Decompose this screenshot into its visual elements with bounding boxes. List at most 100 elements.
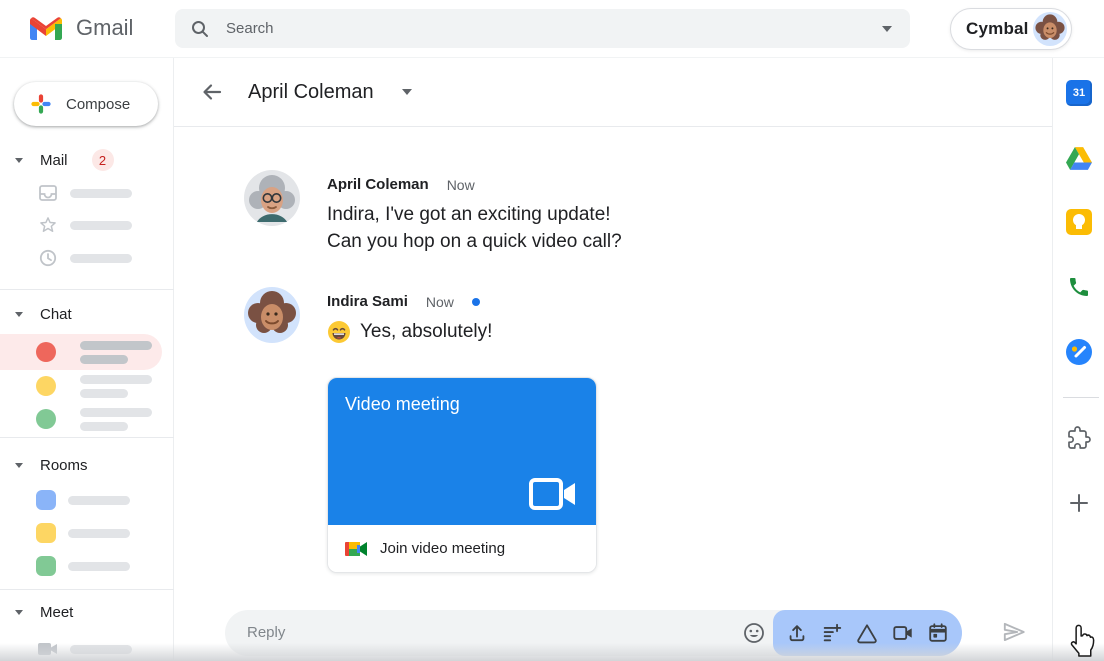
emoji-button[interactable] [742, 621, 766, 645]
sidebar-divider [0, 289, 174, 290]
search-placeholder: Search [226, 20, 274, 37]
voice-app-button[interactable] [1066, 274, 1092, 300]
account-avatar[interactable] [1033, 12, 1067, 46]
sidebar-section-rooms[interactable]: Rooms [0, 454, 174, 476]
mail-label: Mail [40, 152, 68, 169]
placeholder-bar [80, 355, 128, 364]
chat-avatar-red [36, 342, 56, 362]
avatar-april[interactable] [244, 170, 300, 226]
compose-label: Compose [66, 96, 130, 113]
placeholder-bar [68, 529, 130, 538]
join-video-meeting-button[interactable]: Join video meeting [328, 525, 596, 572]
compose-button[interactable]: Compose [14, 82, 158, 126]
drive-icon [1066, 147, 1092, 170]
reply-placeholder: Reply [247, 624, 285, 641]
sidebar-section-mail[interactable]: Mail 2 [0, 149, 174, 171]
hand-cursor [1067, 623, 1097, 659]
sidebar-section-meet[interactable]: Meet [0, 601, 174, 623]
calendar-app-button[interactable]: 31 [1066, 80, 1092, 106]
phone-icon [1067, 275, 1091, 299]
sidebar-item-snoozed[interactable] [0, 247, 174, 269]
chevron-down-icon[interactable] [15, 610, 23, 615]
tasks-icon [1066, 339, 1092, 365]
gmail-brand: Gmail [30, 15, 133, 41]
keep-app-button[interactable] [1066, 209, 1092, 235]
sender-name: April Coleman [327, 176, 429, 193]
placeholder-bar [70, 221, 132, 230]
search-icon [190, 19, 210, 39]
placeholder-bar [80, 408, 152, 417]
placeholder-bar [68, 562, 130, 571]
meet-label: Meet [40, 604, 73, 621]
placeholder-bar [70, 254, 132, 263]
account-chip[interactable]: Cymbal [950, 8, 1072, 50]
chat-item-selected[interactable] [0, 341, 174, 363]
calendar-day: 31 [1073, 87, 1085, 99]
chat-item[interactable] [0, 408, 174, 430]
app-title: Gmail [76, 15, 133, 41]
placeholder-bar [80, 375, 152, 384]
bottom-gradient [0, 643, 1104, 661]
chat-avatar-green [36, 409, 56, 429]
sidebar-divider [0, 437, 174, 438]
create-note-button[interactable] [821, 622, 843, 644]
message-text: Yes, absolutely! [360, 318, 492, 345]
sidebar-section-chat[interactable]: Chat [0, 303, 174, 325]
chat-item[interactable] [0, 375, 174, 397]
chat-avatar-yellow [36, 376, 56, 396]
gmail-logo-icon [30, 16, 62, 40]
sidebar-item-inbox[interactable] [0, 182, 174, 204]
chevron-down-icon[interactable] [15, 312, 23, 317]
grinning-face-emoji [327, 320, 351, 344]
drive-app-button[interactable] [1066, 145, 1092, 171]
puzzle-piece-icon [1067, 426, 1091, 450]
video-camera-icon [528, 476, 578, 512]
search-options-caret-icon[interactable] [882, 26, 892, 32]
presence-dot [472, 298, 480, 306]
room-item[interactable] [0, 522, 174, 544]
addons-button[interactable] [1066, 425, 1092, 451]
chevron-down-icon[interactable] [15, 463, 23, 468]
room-item[interactable] [0, 555, 174, 577]
placeholder-bar [80, 341, 152, 350]
join-video-meeting-label: Join video meeting [380, 540, 505, 557]
message-april: April Coleman Now Indira, I've got an ex… [244, 170, 622, 255]
drive-attach-button[interactable] [856, 622, 878, 644]
room-item[interactable] [0, 489, 174, 511]
video-call-button[interactable] [892, 622, 914, 644]
chat-label: Chat [40, 306, 72, 323]
get-addons-button[interactable] [1066, 490, 1092, 516]
back-arrow-icon[interactable] [200, 80, 224, 104]
account-name: Cymbal [966, 19, 1029, 39]
left-sidebar: Compose Mail 2 Chat [0, 58, 174, 661]
message-indira: Indira Sami Now Yes, absolutely! [244, 287, 492, 345]
message-time: Now [426, 294, 454, 310]
chevron-down-icon[interactable] [15, 158, 23, 163]
sidebar-item-starred[interactable] [0, 214, 174, 236]
conversation-caret-icon[interactable] [402, 89, 412, 95]
side-panel-divider [1063, 397, 1099, 398]
message-time: Now [447, 177, 475, 193]
inbox-icon [38, 183, 58, 203]
calendar-invite-button[interactable] [927, 622, 949, 644]
plus-icon [1067, 491, 1091, 515]
tasks-app-button[interactable] [1066, 339, 1092, 365]
clock-icon [38, 248, 58, 268]
video-card-title: Video meeting [345, 394, 460, 415]
video-meeting-card-banner[interactable]: Video meeting [328, 378, 596, 525]
video-meeting-card[interactable]: Video meeting Join video meeting [327, 377, 597, 573]
send-button[interactable] [1001, 619, 1027, 645]
placeholder-bar [68, 496, 130, 505]
avatar-indira[interactable] [244, 287, 300, 343]
placeholder-bar [80, 422, 128, 431]
upload-button[interactable] [786, 622, 808, 644]
conversation-header: April Coleman [174, 58, 1052, 127]
room-avatar-green [36, 556, 56, 576]
conversation-pane: April Coleman April Coleman Now Indira, … [174, 58, 1052, 661]
placeholder-bar [70, 189, 132, 198]
star-icon [38, 215, 58, 235]
search-input[interactable]: Search [175, 9, 910, 48]
message-text-line: Indira, I've got an exciting update! [327, 201, 622, 228]
compose-plus-icon [30, 93, 52, 115]
rooms-label: Rooms [40, 457, 88, 474]
